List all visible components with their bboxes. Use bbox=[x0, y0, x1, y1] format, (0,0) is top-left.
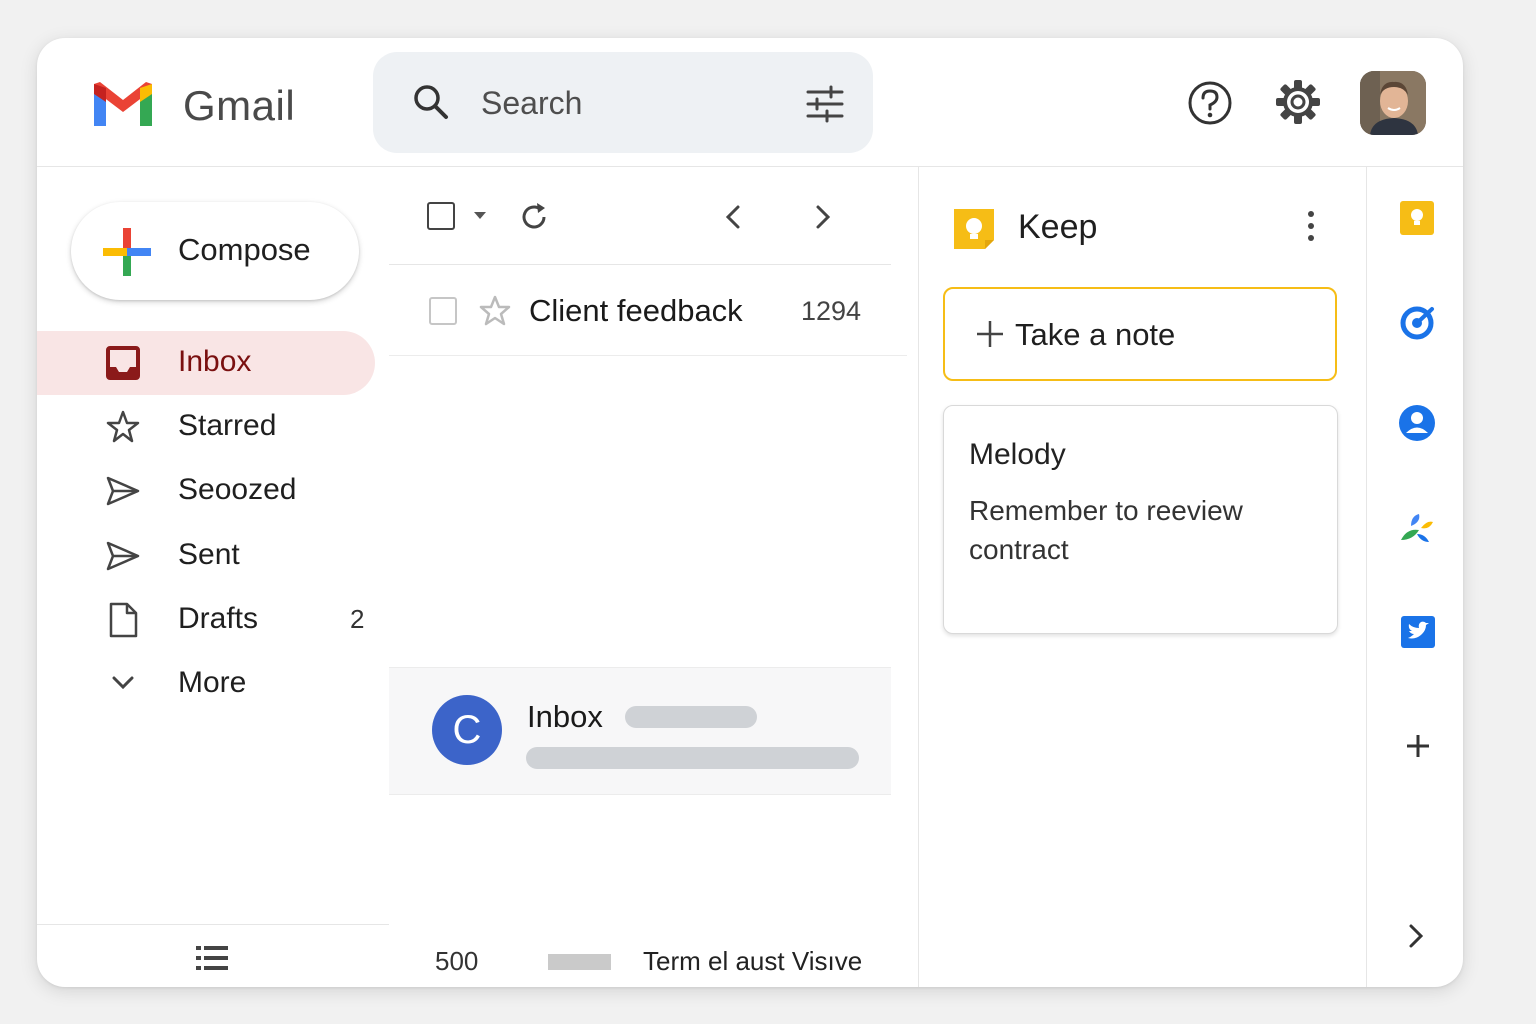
plus-icon bbox=[977, 321, 1003, 347]
sidebar-item-more[interactable]: More bbox=[37, 652, 375, 716]
select-all-checkbox[interactable] bbox=[427, 202, 455, 230]
search-icon[interactable] bbox=[411, 82, 451, 122]
email-count: 1294 bbox=[801, 296, 862, 326]
chevron-left-icon[interactable] bbox=[719, 202, 749, 232]
brand-name: Gmail bbox=[183, 82, 296, 129]
help-icon[interactable] bbox=[1187, 80, 1233, 126]
mail-toolbar bbox=[389, 166, 891, 265]
sidebar-item-drafts[interactable]: Drafts 2 bbox=[37, 588, 375, 652]
send-icon bbox=[106, 476, 140, 506]
compose-plus-icon bbox=[103, 228, 151, 276]
caret-down-icon[interactable] bbox=[473, 210, 487, 220]
placeholder-bar bbox=[625, 706, 757, 728]
row-checkbox[interactable] bbox=[429, 297, 457, 325]
take-a-note-label: Take a note bbox=[1015, 317, 1176, 352]
panel-divider bbox=[918, 166, 919, 987]
keep-icon bbox=[954, 209, 994, 249]
footer-number: 500 bbox=[435, 946, 479, 976]
sidebar-item-inbox[interactable]: Inbox bbox=[37, 331, 375, 395]
footer-link[interactable]: Term el aust Visıve bbox=[643, 946, 862, 977]
add-icon[interactable] bbox=[1398, 726, 1438, 766]
sidebar-item-label: Sent bbox=[178, 538, 240, 571]
preview-title: Inbox bbox=[527, 699, 603, 734]
keep-title: Keep bbox=[1018, 208, 1098, 246]
more-options-icon[interactable] bbox=[1301, 208, 1321, 244]
chevron-right-icon[interactable] bbox=[1396, 916, 1436, 956]
twitter-icon[interactable] bbox=[1398, 612, 1438, 652]
chevron-right-icon[interactable] bbox=[807, 202, 837, 232]
draft-icon bbox=[109, 602, 138, 638]
drafts-count: 2 bbox=[350, 604, 365, 634]
note-title: Melody bbox=[969, 438, 1066, 471]
email-subject: Client feedback bbox=[529, 293, 743, 328]
take-a-note-input[interactable]: Take a note bbox=[943, 287, 1337, 381]
note-body: Remember to reeview contract bbox=[969, 495, 1243, 565]
gmail-logo-icon[interactable] bbox=[90, 80, 156, 130]
search-options-icon[interactable] bbox=[805, 84, 845, 124]
search-bar[interactable] bbox=[373, 52, 873, 153]
table-row[interactable]: Client feedback 1294 bbox=[389, 265, 907, 356]
avatar: C bbox=[432, 695, 502, 765]
list-item[interactable]: C Inbox bbox=[389, 667, 891, 795]
account-avatar[interactable] bbox=[1360, 71, 1426, 135]
keep-rail-icon[interactable] bbox=[1397, 198, 1437, 238]
tasks-icon[interactable] bbox=[1398, 303, 1438, 343]
star-icon[interactable] bbox=[477, 293, 513, 329]
refresh-icon[interactable] bbox=[517, 200, 551, 234]
settings-gear-icon[interactable] bbox=[1274, 78, 1322, 126]
sidebar-item-label: Seoozed bbox=[178, 473, 297, 506]
footer-placeholder-bar bbox=[548, 954, 611, 970]
compose-button[interactable]: Compose bbox=[71, 202, 359, 300]
chevron-down-icon bbox=[112, 676, 134, 690]
gmail-window: Gmail Search Compose Inbox Starred Seooz… bbox=[37, 38, 1463, 987]
star-icon bbox=[106, 410, 140, 443]
list-view-icon[interactable] bbox=[194, 944, 230, 972]
inbox-icon bbox=[106, 346, 140, 380]
note-card[interactable]: Melody Remember to reeview contract bbox=[943, 405, 1338, 634]
sidebar-item-sent[interactable]: Sent bbox=[37, 524, 375, 588]
sidebar-item-label: Starred bbox=[178, 409, 277, 442]
search-input[interactable] bbox=[479, 80, 783, 126]
contacts-icon[interactable] bbox=[1397, 403, 1437, 443]
sidebar-item-snoozed[interactable]: Seoozed bbox=[37, 459, 375, 523]
sidebar-item-label: Inbox bbox=[178, 345, 252, 378]
side-rail-divider bbox=[1366, 166, 1367, 987]
top-bar: Gmail bbox=[37, 38, 1463, 167]
avatar-photo-icon bbox=[1360, 71, 1426, 135]
compose-label: Compose bbox=[178, 232, 311, 267]
placeholder-bar bbox=[526, 747, 859, 769]
sidebar-item-label: More bbox=[178, 666, 247, 699]
send-icon bbox=[106, 541, 140, 571]
sidebar-item-label: Drafts bbox=[178, 602, 259, 635]
sidebar-item-starred[interactable]: Starred bbox=[37, 395, 375, 459]
app-icon[interactable] bbox=[1397, 508, 1437, 548]
sidebar-divider bbox=[37, 924, 389, 925]
